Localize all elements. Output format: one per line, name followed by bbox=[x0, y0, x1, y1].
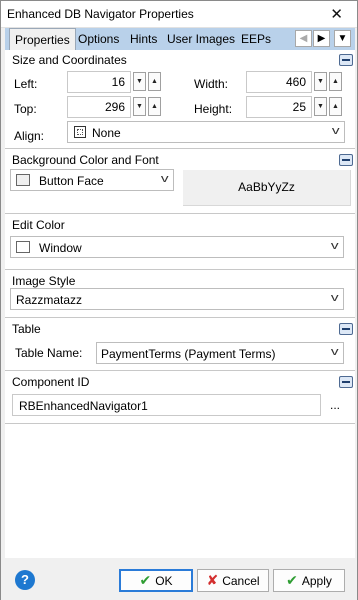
section-title-image-style: Image Style bbox=[12, 274, 76, 288]
tab-strip: Properties Options Hints User Images EEP… bbox=[5, 28, 355, 51]
table-name-value: PaymentTerms (Payment Terms) bbox=[101, 347, 276, 361]
chevron-down-icon: v bbox=[330, 292, 339, 304]
tab-properties[interactable]: Properties bbox=[9, 28, 76, 51]
tab-options[interactable]: Options bbox=[73, 28, 124, 50]
double-check-icon: ✔ bbox=[286, 572, 298, 588]
left-down-icon[interactable]: ▼ bbox=[133, 72, 146, 91]
component-id-input[interactable]: RBEnhancedNavigator1 bbox=[12, 394, 321, 416]
align-value: None bbox=[92, 126, 121, 140]
align-select[interactable]: None v bbox=[67, 121, 345, 143]
height-label: Height: bbox=[194, 102, 233, 116]
chevron-down-icon: v bbox=[160, 173, 169, 185]
checkmark-icon: ✔ bbox=[139, 572, 152, 588]
font-preview-text: AaBbYyZz bbox=[238, 180, 295, 194]
color-swatch bbox=[16, 174, 30, 186]
left-input[interactable]: 16 bbox=[67, 71, 131, 93]
tab-scroll-left-icon[interactable]: ◀ bbox=[295, 30, 312, 47]
close-icon[interactable]: ✕ bbox=[330, 5, 343, 23]
width-up-icon[interactable]: ▲ bbox=[329, 72, 342, 91]
ok-button[interactable]: ✔ OK bbox=[119, 569, 193, 592]
ok-label: OK bbox=[155, 574, 173, 588]
color-swatch bbox=[16, 241, 30, 253]
left-label: Left: bbox=[14, 77, 38, 91]
component-id-ellipsis-button[interactable]: ... bbox=[326, 398, 344, 414]
tab-hints[interactable]: Hints bbox=[125, 28, 162, 50]
divider bbox=[5, 423, 355, 424]
divider bbox=[5, 148, 355, 149]
apply-label: Apply bbox=[301, 574, 332, 588]
collapse-component-id-icon[interactable] bbox=[339, 376, 353, 388]
table-name-select[interactable]: PaymentTerms (Payment Terms) v bbox=[96, 342, 344, 364]
help-icon[interactable]: ? bbox=[15, 570, 35, 590]
chevron-down-icon: v bbox=[330, 240, 339, 252]
properties-panel: Size and Coordinates Left: 16 ▼ ▲ Width:… bbox=[5, 50, 355, 558]
width-label: Width: bbox=[194, 77, 229, 91]
background-color-select[interactable]: Button Face v bbox=[10, 169, 174, 191]
background-color-value: Button Face bbox=[39, 174, 104, 188]
divider bbox=[5, 269, 355, 270]
tab-eeps[interactable]: EEPs bbox=[236, 28, 276, 50]
chevron-down-icon: v bbox=[330, 346, 339, 358]
apply-button[interactable]: ✔ Apply bbox=[273, 569, 345, 592]
cancel-label: Cancel bbox=[222, 574, 260, 588]
table-name-label: Table Name: bbox=[15, 346, 83, 360]
align-none-icon bbox=[74, 126, 86, 138]
dialog-footer: ? ✔ OK ✘ Cancel ✔ Apply bbox=[1, 558, 357, 600]
divider bbox=[5, 213, 355, 214]
section-title-component-id: Component ID bbox=[12, 375, 90, 389]
component-id-value: RBEnhancedNavigator1 bbox=[19, 399, 148, 413]
top-down-icon[interactable]: ▼ bbox=[133, 97, 146, 116]
divider bbox=[5, 317, 355, 318]
align-label: Align: bbox=[14, 129, 45, 143]
chevron-down-icon: v bbox=[331, 125, 340, 137]
section-title-edit-color: Edit Color bbox=[12, 218, 65, 232]
cancel-button[interactable]: ✘ Cancel bbox=[197, 569, 269, 592]
tab-scroll-right-icon[interactable]: ▶ bbox=[313, 30, 330, 47]
top-up-icon[interactable]: ▲ bbox=[148, 97, 161, 116]
top-input[interactable]: 296 bbox=[67, 96, 131, 118]
height-input[interactable]: 25 bbox=[246, 96, 312, 118]
divider bbox=[5, 370, 355, 371]
window-title: Enhanced DB Navigator Properties bbox=[7, 7, 194, 21]
top-label: Top: bbox=[14, 102, 37, 116]
properties-dialog: Enhanced DB Navigator Properties ✕ Prope… bbox=[0, 0, 358, 600]
section-title-table: Table bbox=[12, 322, 41, 336]
width-input[interactable]: 460 bbox=[246, 71, 312, 93]
edit-color-select[interactable]: Window v bbox=[10, 236, 344, 258]
tab-user-images[interactable]: User Images bbox=[162, 28, 240, 50]
image-style-value: Razzmatazz bbox=[16, 293, 83, 307]
collapse-background-icon[interactable] bbox=[339, 154, 353, 166]
width-down-icon[interactable]: ▼ bbox=[314, 72, 327, 91]
collapse-size-coordinates-icon[interactable] bbox=[339, 54, 353, 66]
image-style-select[interactable]: Razzmatazz v bbox=[10, 288, 344, 310]
height-up-icon[interactable]: ▲ bbox=[329, 97, 342, 116]
title-bar: Enhanced DB Navigator Properties ✕ bbox=[1, 1, 357, 28]
left-up-icon[interactable]: ▲ bbox=[148, 72, 161, 91]
collapse-table-icon[interactable] bbox=[339, 323, 353, 335]
section-title-background: Background Color and Font bbox=[12, 153, 159, 167]
font-preview-box[interactable]: AaBbYyZz bbox=[183, 170, 351, 206]
edit-color-value: Window bbox=[39, 241, 82, 255]
tab-menu-icon[interactable]: ▼ bbox=[334, 30, 351, 47]
section-title-size-coordinates: Size and Coordinates bbox=[12, 53, 127, 67]
x-icon: ✘ bbox=[206, 572, 219, 588]
height-down-icon[interactable]: ▼ bbox=[314, 97, 327, 116]
